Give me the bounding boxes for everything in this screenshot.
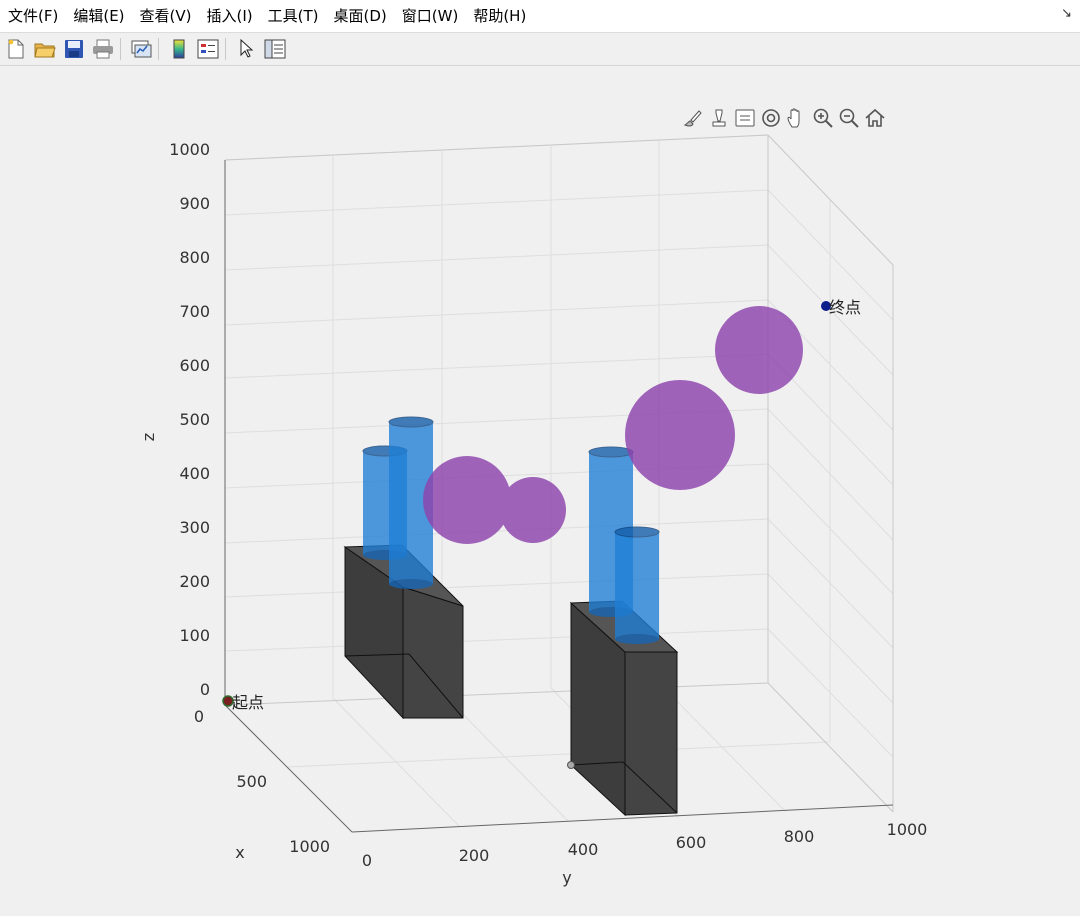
y-tick-label: 1000 bbox=[887, 820, 928, 839]
z-tick-label: 200 bbox=[179, 572, 210, 591]
x-tick-label: 0 bbox=[194, 707, 204, 726]
y-tick-label: 600 bbox=[676, 833, 707, 852]
z-tick-label: 800 bbox=[179, 248, 210, 267]
right-grid bbox=[767, 189, 894, 758]
y-tick-label: 800 bbox=[784, 827, 815, 846]
z-tick-label: 500 bbox=[179, 410, 210, 429]
z-tick-label: 400 bbox=[179, 464, 210, 483]
end-label: 终点 bbox=[829, 298, 861, 317]
z-tick-label: 600 bbox=[179, 356, 210, 375]
y-tick-label: 200 bbox=[459, 846, 490, 865]
x-axis-label: x bbox=[235, 843, 244, 862]
z-tick-label: 900 bbox=[179, 194, 210, 213]
z-axis-label: z bbox=[139, 433, 158, 441]
z-tick-label: 700 bbox=[179, 302, 210, 321]
floor-grid bbox=[286, 682, 830, 828]
sphere bbox=[625, 380, 735, 490]
y-tick-label: 0 bbox=[362, 851, 372, 870]
x-tick-labels: 0 500 1000 bbox=[194, 707, 330, 856]
y-tick-label: 400 bbox=[568, 840, 599, 859]
x-tick-label: 1000 bbox=[289, 837, 330, 856]
sphere bbox=[423, 456, 511, 544]
z-tick-label: 0 bbox=[200, 680, 210, 699]
start-label: 起点 bbox=[232, 693, 264, 712]
x-tick-label: 500 bbox=[236, 772, 267, 791]
z-tick-label: 1000 bbox=[169, 140, 210, 159]
z-tick-label: 300 bbox=[179, 518, 210, 537]
sphere bbox=[715, 306, 803, 394]
path-point bbox=[567, 761, 575, 769]
sphere bbox=[500, 477, 566, 543]
z-tick-label: 100 bbox=[179, 626, 210, 645]
cylinder bbox=[614, 526, 660, 644]
y-axis-label: y bbox=[562, 868, 571, 887]
z-tick-labels: 0 100 200 300 400 500 600 700 800 900 10… bbox=[169, 140, 210, 699]
plot-3d[interactable]: 0 100 200 300 400 500 600 700 800 900 10… bbox=[0, 0, 1080, 916]
